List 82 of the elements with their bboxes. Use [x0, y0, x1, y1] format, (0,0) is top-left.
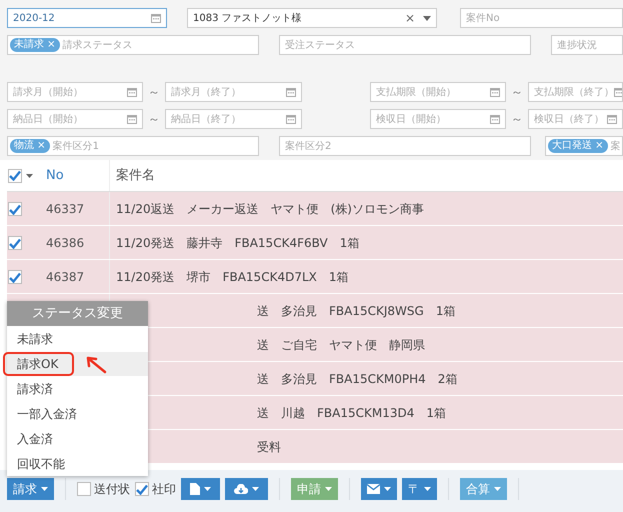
caret-icon[interactable]	[204, 487, 211, 491]
caret-icon[interactable]	[384, 487, 391, 491]
caret-icon[interactable]	[424, 487, 431, 491]
menu-item[interactable]: 一部入金済	[7, 402, 148, 426]
table-cell: 11/20発送 堺市 FBA15CK4D7LX 1箱	[116, 270, 348, 284]
column-header[interactable]: No	[38, 160, 110, 191]
menu-item[interactable]: 入金済	[7, 427, 148, 451]
table-cell: 11/20発送 藤井寺 FBA15CK4F6BV 1箱	[116, 236, 360, 250]
tilde-separator: ～	[510, 84, 524, 101]
tag-chip[interactable]: 未請求 ×	[10, 38, 60, 52]
cloud-download-icon[interactable]	[234, 484, 248, 494]
table-cell: 送 多治見 FBA15CKJ8WSG 1箱	[257, 304, 456, 318]
caret-icon[interactable]	[252, 487, 259, 491]
tilde-separator: ～	[510, 111, 524, 128]
caret-icon[interactable]	[494, 487, 501, 491]
calendar-icon[interactable]	[151, 13, 161, 23]
input-field[interactable]: 納品日（終了）	[165, 109, 302, 129]
caret-icon[interactable]	[26, 174, 33, 178]
table-cell: 11/20返送 メーカー返送 ヤマト便 (株)ソロモン商事	[116, 202, 424, 216]
input-field[interactable]: 2020-12	[7, 8, 167, 28]
table-cell: 受料	[257, 440, 281, 454]
menu-item[interactable]: 未請求	[7, 327, 148, 351]
input-field[interactable]: 納品日（開始）	[7, 109, 143, 129]
input-field[interactable]: 未請求 × 請求ステータス	[7, 35, 259, 55]
table-cell: 送 川越 FBA15CKM13D4 1箱	[257, 406, 446, 420]
calendar-icon[interactable]	[286, 114, 296, 124]
checkbox[interactable]	[77, 482, 91, 496]
input-field[interactable]: 案件No	[460, 8, 623, 28]
dropdown-button[interactable]	[225, 478, 268, 500]
row-checkbox[interactable]	[8, 236, 22, 250]
table-cell: 46386	[46, 236, 84, 250]
tilde-separator: ～	[147, 84, 161, 101]
calendar-icon[interactable]	[127, 87, 137, 97]
dropdown-button[interactable]: 〒	[402, 478, 437, 500]
input-field[interactable]: 請求月（終了）	[165, 82, 302, 102]
table-cell: 送 ご自宅 ヤマト便 静岡県	[257, 338, 425, 352]
caret-icon[interactable]	[325, 487, 332, 491]
column-header[interactable]: 案件名	[110, 166, 155, 186]
dropdown-button[interactable]: 申請	[291, 478, 338, 500]
table-cell: 46387	[46, 270, 84, 284]
menu-title: ステータス変更	[7, 301, 148, 326]
dropdown-button[interactable]	[181, 478, 220, 500]
calendar-icon[interactable]	[614, 87, 622, 97]
row-checkbox[interactable]	[8, 202, 22, 216]
checkbox-label: 送付状	[94, 481, 130, 498]
input-field[interactable]: 請求月（開始）	[7, 82, 143, 102]
input-field[interactable]: 検収日（終了）	[528, 109, 623, 129]
input-field[interactable]: 検収日（開始）	[370, 109, 506, 129]
calendar-icon[interactable]	[490, 87, 500, 97]
input-field[interactable]: 案件区分2	[279, 136, 531, 156]
input-field[interactable]: 進捗状況	[551, 35, 623, 55]
dropdown-button[interactable]	[361, 478, 397, 500]
table-cell: 送 多治見 FBA15CKM0PH4 2箱	[257, 372, 458, 386]
input-field[interactable]: 1083 ファストノット様 ×	[187, 8, 437, 28]
input-field[interactable]: 物流 × 案件区分1	[7, 136, 259, 156]
checkbox[interactable]	[135, 482, 149, 496]
input-field[interactable]: 大口発送 × 案	[545, 136, 623, 156]
tilde-separator: ～	[147, 111, 161, 128]
checkbox-label: 社印	[152, 481, 176, 498]
dropdown-button[interactable]: 請求	[7, 478, 54, 500]
calendar-icon[interactable]	[607, 114, 617, 124]
input-field[interactable]: 支払期限（開始）	[370, 82, 506, 102]
calendar-icon[interactable]	[286, 87, 296, 97]
dropdown-button[interactable]: 合算	[460, 478, 507, 500]
table-cell: 46337	[46, 202, 84, 216]
input-field[interactable]: 受注ステータス	[279, 35, 531, 55]
highlight-ring	[3, 352, 74, 376]
menu-item[interactable]: 回収不能	[7, 452, 148, 476]
calendar-icon[interactable]	[127, 114, 137, 124]
input-field[interactable]: 支払期限（終了）	[528, 82, 623, 102]
select-all-checkbox[interactable]	[8, 168, 22, 182]
tag-chip[interactable]: 大口発送 ×	[548, 139, 608, 153]
arrow-icon	[85, 354, 107, 374]
menu-item[interactable]: 請求済	[7, 377, 148, 401]
envelope-icon[interactable]	[367, 484, 380, 494]
row-checkbox[interactable]	[8, 270, 22, 284]
caret-icon[interactable]	[41, 487, 48, 491]
calendar-icon[interactable]	[490, 114, 500, 124]
clear-button[interactable]: ×	[404, 9, 415, 27]
tag-chip[interactable]: 物流 ×	[10, 139, 50, 153]
caret-icon[interactable]	[423, 16, 431, 20]
file-icon[interactable]	[190, 483, 200, 495]
